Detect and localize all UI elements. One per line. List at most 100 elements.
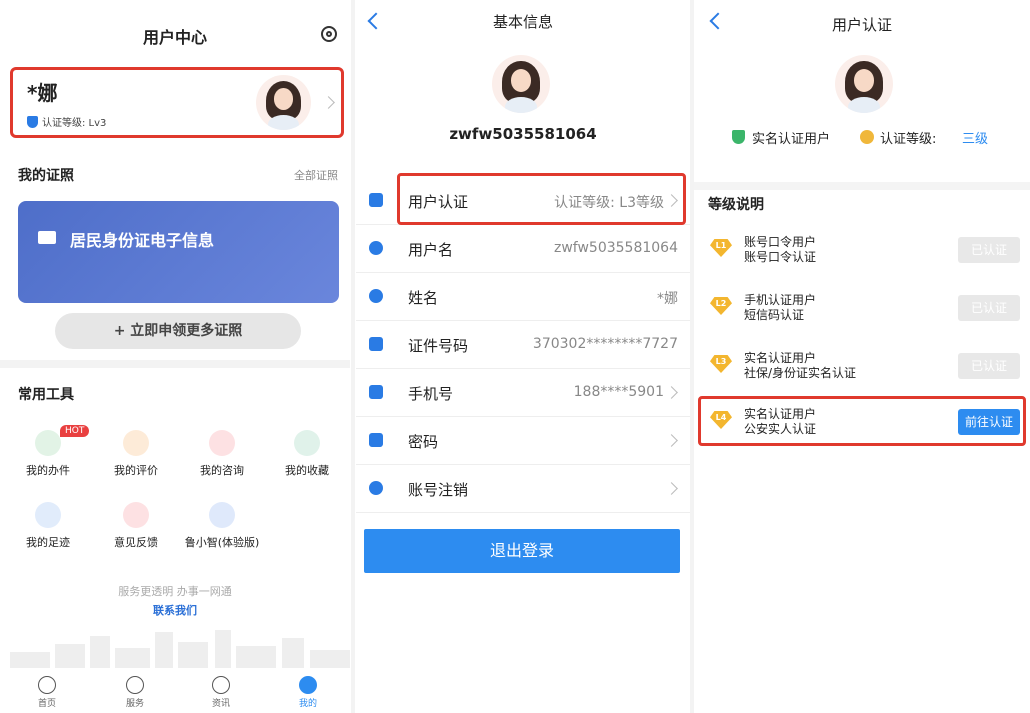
chevron-right-icon	[665, 386, 678, 399]
id-card-icon	[38, 231, 56, 244]
level-description-title: 等级说明	[708, 197, 764, 213]
id-card-label: 居民身份证电子信息	[70, 231, 215, 250]
smile-icon	[299, 676, 317, 694]
phone-icon	[369, 385, 383, 399]
shield-icon	[369, 193, 383, 207]
row-name: 姓名 *娜	[356, 273, 690, 321]
chevron-right-icon	[322, 96, 335, 109]
row-value: 188****5901	[573, 384, 664, 400]
tool-my-cases[interactable]: 我的办件	[13, 430, 83, 478]
tool-my-favorites[interactable]: 我的收藏	[272, 430, 342, 478]
level-badge-icon: L3	[710, 355, 732, 373]
highlight-box	[397, 173, 686, 225]
panel-separator	[351, 0, 355, 713]
basic-info-screen: 基本信息 zwfw5035581064 用户认证 认证等级: L3等级 用户名 …	[356, 0, 690, 713]
person-icon	[369, 241, 383, 255]
tab-services[interactable]: 服务	[105, 676, 165, 709]
divider	[694, 182, 1030, 190]
tab-label: 服务	[125, 699, 144, 709]
chevron-right-icon	[665, 482, 678, 495]
all-certs-link[interactable]: 全部证照	[294, 167, 338, 183]
row-label: 账号注销	[408, 481, 469, 499]
lock-icon	[369, 433, 383, 447]
verified-shield-icon	[732, 130, 745, 144]
home-icon	[38, 676, 56, 694]
user-profile-card[interactable]: *娜 认证等级: Lv3	[10, 67, 344, 138]
username-heading: zwfw5035581064	[449, 125, 597, 143]
user-certification-screen: 用户认证 实名认证用户 认证等级: 三级 等级说明 L1 账号口令用户 账号口令…	[694, 0, 1030, 713]
user-circle-icon	[369, 289, 383, 303]
level-item-l3: L3 实名认证用户 社保/身份证实名认证 已认证	[694, 338, 1030, 394]
level-item-l2: L2 手机认证用户 短信码认证 已认证	[694, 280, 1030, 336]
verified-button: 已认证	[958, 295, 1020, 321]
star-icon	[294, 430, 320, 456]
divider	[0, 360, 350, 368]
hot-badge: HOT	[60, 425, 90, 437]
tab-news[interactable]: 资讯	[191, 676, 251, 709]
verified-button: 已认证	[958, 237, 1020, 263]
level-badge-icon: L1	[710, 239, 732, 257]
my-certs-title: 我的证照	[18, 168, 74, 184]
tool-label: 我的足迹	[26, 536, 70, 549]
chat-icon	[209, 430, 235, 456]
tool-label: 意见反馈	[114, 536, 158, 549]
feedback-icon	[123, 502, 149, 528]
level-badge-icon: L2	[710, 297, 732, 315]
footprint-icon	[35, 502, 61, 528]
tool-feedback[interactable]: 意见反馈	[101, 502, 171, 550]
tool-my-footprints[interactable]: 我的足迹	[13, 502, 83, 550]
row-username: 用户名 zwfw5035581064	[356, 225, 690, 273]
gear-icon[interactable]	[321, 26, 337, 42]
row-value: zwfw5035581064	[553, 240, 678, 256]
level-value: 三级	[962, 132, 989, 147]
row-value: 370302********7727	[532, 336, 678, 352]
row-label: 密码	[408, 433, 439, 451]
avatar	[492, 55, 550, 113]
page-title: 基本信息	[492, 13, 553, 31]
row-phone[interactable]: 手机号 188****5901	[356, 369, 690, 417]
row-label: 用户名	[408, 241, 454, 259]
logout-button[interactable]: 退出登录	[364, 529, 680, 573]
robot-icon	[209, 502, 235, 528]
briefcase-icon	[35, 430, 61, 456]
tool-label: 我的评价	[114, 464, 158, 477]
level-method: 社保/身份证实名认证	[744, 366, 857, 380]
tool-assistant[interactable]: 鲁小智(体验版)	[182, 502, 262, 550]
verified-button: 已认证	[958, 353, 1020, 379]
level-method: 短信码认证	[744, 308, 805, 322]
page-title: 用户中心	[142, 28, 207, 47]
shield-icon	[27, 115, 38, 128]
bottom-tab-bar: 首页 服务 资讯 我的	[0, 670, 350, 713]
level-method: 账号口令认证	[744, 250, 817, 264]
row-label: 证件号码	[408, 337, 469, 355]
tools-title: 常用工具	[18, 387, 74, 403]
chevron-right-icon	[665, 434, 678, 447]
city-skyline-image	[10, 630, 350, 668]
medal-icon	[860, 130, 874, 144]
user-name: *娜	[27, 81, 58, 105]
realname-status: 实名认证用户	[752, 132, 831, 147]
row-id-number: 证件号码 370302********7727	[356, 321, 690, 369]
row-password[interactable]: 密码	[356, 417, 690, 465]
row-label: 手机号	[408, 385, 454, 403]
tool-my-consultations[interactable]: 我的咨询	[187, 430, 257, 478]
contact-us-link[interactable]: 联系我们	[0, 602, 350, 618]
planet-icon	[212, 676, 230, 694]
tab-home[interactable]: 首页	[17, 676, 77, 709]
rating-icon	[123, 430, 149, 456]
user-remove-icon	[369, 481, 383, 495]
level-item-l1: L1 账号口令用户 账号口令认证 已认证	[694, 222, 1030, 278]
cert-level-text: 认证等级: Lv3	[42, 118, 107, 129]
tab-label: 资讯	[211, 699, 230, 709]
apply-more-certs-button[interactable]: + 立即申领更多证照	[55, 313, 301, 349]
id-card-tile[interactable]: 居民身份证电子信息	[18, 201, 339, 303]
level-label: 认证等级:	[880, 132, 937, 147]
tool-my-ratings[interactable]: 我的评价	[101, 430, 171, 478]
row-account-deletion[interactable]: 账号注销	[356, 465, 690, 513]
tab-label: 首页	[37, 699, 56, 709]
page-title: 用户认证	[831, 16, 892, 34]
row-value: *娜	[657, 291, 678, 307]
heart-icon	[126, 676, 144, 694]
tool-label: 我的咨询	[200, 464, 244, 477]
tab-mine[interactable]: 我的	[278, 676, 338, 709]
